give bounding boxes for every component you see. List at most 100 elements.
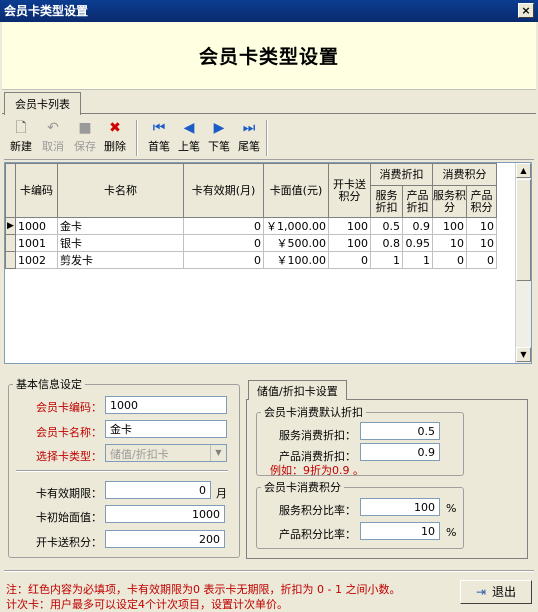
exit-door-icon: ⇥ <box>475 585 487 599</box>
cell-code: 1000 <box>15 217 58 235</box>
new-button[interactable]: 🗋 新建 <box>6 118 36 158</box>
scroll-down-icon[interactable]: ▼ <box>516 347 531 362</box>
product-discount-field[interactable] <box>360 443 440 461</box>
exit-label: 退出 <box>492 585 517 599</box>
cell-name: 剪发卡 <box>57 251 184 269</box>
tab-card-list[interactable]: 会员卡列表 <box>4 92 81 115</box>
page-title: 会员卡类型设置 <box>198 46 339 68</box>
cell-code: 1002 <box>15 251 58 269</box>
table-row[interactable]: 1002 剪发卡 0 ￥100.00 0 1 1 0 0 <box>5 251 497 269</box>
header-banner: 会员卡类型设置 <box>2 22 536 90</box>
col-header-product-discount[interactable]: 产品折扣 <box>401 185 433 218</box>
card-type-select[interactable]: 储值/折扣卡 ▼ <box>105 444 227 462</box>
cell-open-points: 100 <box>327 217 371 235</box>
chevron-down-icon[interactable]: ▼ <box>210 445 226 461</box>
new-label: 新建 <box>10 140 32 153</box>
col-header-code[interactable]: 卡编码 <box>15 163 58 218</box>
cell-product-discount: 0.9 <box>401 217 433 235</box>
basic-info-legend: 基本信息设定 <box>16 378 82 391</box>
card-name-field[interactable] <box>105 420 227 438</box>
delete-x-icon: ✖ <box>109 120 121 136</box>
tab-strip: 会员卡列表 <box>2 90 536 115</box>
close-button[interactable]: × <box>518 3 534 18</box>
col-header-product-points[interactable]: 产品积分 <box>465 185 497 218</box>
prev-label: 上笔 <box>178 140 200 153</box>
cell-product-points: 10 <box>465 217 497 235</box>
service-discount-label: 服务消费折扣： <box>279 429 356 442</box>
product-points-label: 产品积分比率： <box>279 528 356 541</box>
toolbar-separator <box>136 120 138 156</box>
close-icon: × <box>521 4 531 17</box>
cell-service-discount: 0.8 <box>369 234 403 252</box>
col-header-name[interactable]: 卡名称 <box>57 163 184 218</box>
table-row[interactable]: ▶ 1000 金卡 0 ￥1,000.00 100 0.5 0.9 100 10 <box>5 217 497 235</box>
cell-face-value: ￥500.00 <box>263 234 329 252</box>
consume-points-legend: 会员卡消费积分 <box>264 481 341 494</box>
undo-icon: ↶ <box>47 120 59 136</box>
card-code-label: 会员卡编码： <box>36 401 102 414</box>
service-discount-field[interactable] <box>360 422 440 440</box>
window-title: 会员卡类型设置 <box>4 4 89 18</box>
row-indicator <box>5 234 16 252</box>
last-label: 尾笔 <box>238 140 260 153</box>
prev-record-button[interactable]: ◀ 上笔 <box>174 118 204 158</box>
product-points-field[interactable] <box>360 522 440 540</box>
save-button[interactable]: ■ 保存 <box>70 118 100 158</box>
cell-face-value: ￥1,000.00 <box>263 217 329 235</box>
face-value-field[interactable] <box>105 505 225 523</box>
scroll-up-icon[interactable]: ▲ <box>516 163 531 178</box>
last-record-button[interactable]: ⏭ 尾笔 <box>234 118 264 158</box>
cell-validity: 0 <box>183 234 264 252</box>
discount-example-hint: 例如：9折为0.9 。 <box>270 464 364 477</box>
current-row-icon: ▶ <box>5 217 16 235</box>
cell-validity: 0 <box>183 251 264 269</box>
next-record-icon: ▶ <box>213 120 225 136</box>
face-value-label: 卡初始面值： <box>36 511 102 524</box>
card-type-table: 卡编码 卡名称 卡有效期(月) 卡面值(元) 开卡送积分 消费折扣 消费积分 服… <box>5 163 497 269</box>
card-code-field[interactable] <box>105 396 227 414</box>
footer-note-count-card: 计次卡：用户最多可以设定4个计次项目，设置计次单价。 <box>6 598 288 611</box>
col-header-validity[interactable]: 卡有效期(月) <box>183 163 264 218</box>
validity-field[interactable] <box>105 481 211 499</box>
default-discount-legend: 会员卡消费默认折扣 <box>264 406 363 419</box>
card-type-label: 选择卡类型： <box>36 450 102 463</box>
card-type-grid[interactable]: 卡编码 卡名称 卡有效期(月) 卡面值(元) 开卡送积分 消费折扣 消费积分 服… <box>4 162 532 364</box>
toolbar: 🗋 新建 ↶ 取消 ■ 保存 ✖ 删除 ⏮ 首笔 ◀ 上笔 ▶ 下笔 ⏭ 尾笔 <box>4 116 534 160</box>
open-points-field[interactable] <box>105 530 225 548</box>
cell-validity: 0 <box>183 217 264 235</box>
first-record-button[interactable]: ⏮ 首笔 <box>144 118 174 158</box>
new-document-icon: 🗋 <box>15 120 27 136</box>
table-row[interactable]: 1001 银卡 0 ￥500.00 100 0.8 0.95 10 10 <box>5 234 497 252</box>
cell-product-points: 10 <box>465 234 497 252</box>
tab-stored-card-settings[interactable]: 储值/折扣卡设置 <box>248 380 347 400</box>
cell-service-points: 10 <box>431 234 467 252</box>
service-points-field[interactable] <box>360 498 440 516</box>
cell-service-discount: 0.5 <box>369 217 403 235</box>
col-header-service-points[interactable]: 服务积分 <box>431 185 467 218</box>
next-record-button[interactable]: ▶ 下笔 <box>204 118 234 158</box>
vertical-scrollbar[interactable]: ▲ ▼ <box>515 163 531 363</box>
delete-label: 删除 <box>104 140 126 153</box>
cell-code: 1001 <box>15 234 58 252</box>
cell-product-points: 0 <box>465 251 497 269</box>
cell-service-discount: 1 <box>369 251 403 269</box>
exit-button[interactable]: ⇥ 退出 <box>460 580 532 604</box>
footer-note-required: 注：红色内容为必填项，卡有效期限为0 表示卡无期限，折扣为 0 - 1 之间小数… <box>6 583 401 596</box>
delete-button[interactable]: ✖ 删除 <box>100 118 130 158</box>
row-indicator-header <box>5 163 16 218</box>
last-record-icon: ⏭ <box>242 120 256 136</box>
divider <box>16 470 228 472</box>
footer-divider <box>4 570 534 572</box>
card-type-value: 储值/折扣卡 <box>110 448 169 461</box>
cancel-button[interactable]: ↶ 取消 <box>38 118 68 158</box>
col-header-open-points[interactable]: 开卡送积分 <box>327 163 371 218</box>
next-label: 下笔 <box>208 140 230 153</box>
first-record-icon: ⏮ <box>152 120 166 136</box>
scroll-thumb[interactable] <box>516 179 531 281</box>
col-header-face-value[interactable]: 卡面值(元) <box>263 163 329 218</box>
row-indicator <box>5 251 16 269</box>
col-header-service-discount[interactable]: 服务折扣 <box>369 185 403 218</box>
month-unit: 月 <box>216 487 227 500</box>
col-group-discount: 消费折扣 <box>369 163 433 186</box>
percent-unit: % <box>446 526 457 539</box>
